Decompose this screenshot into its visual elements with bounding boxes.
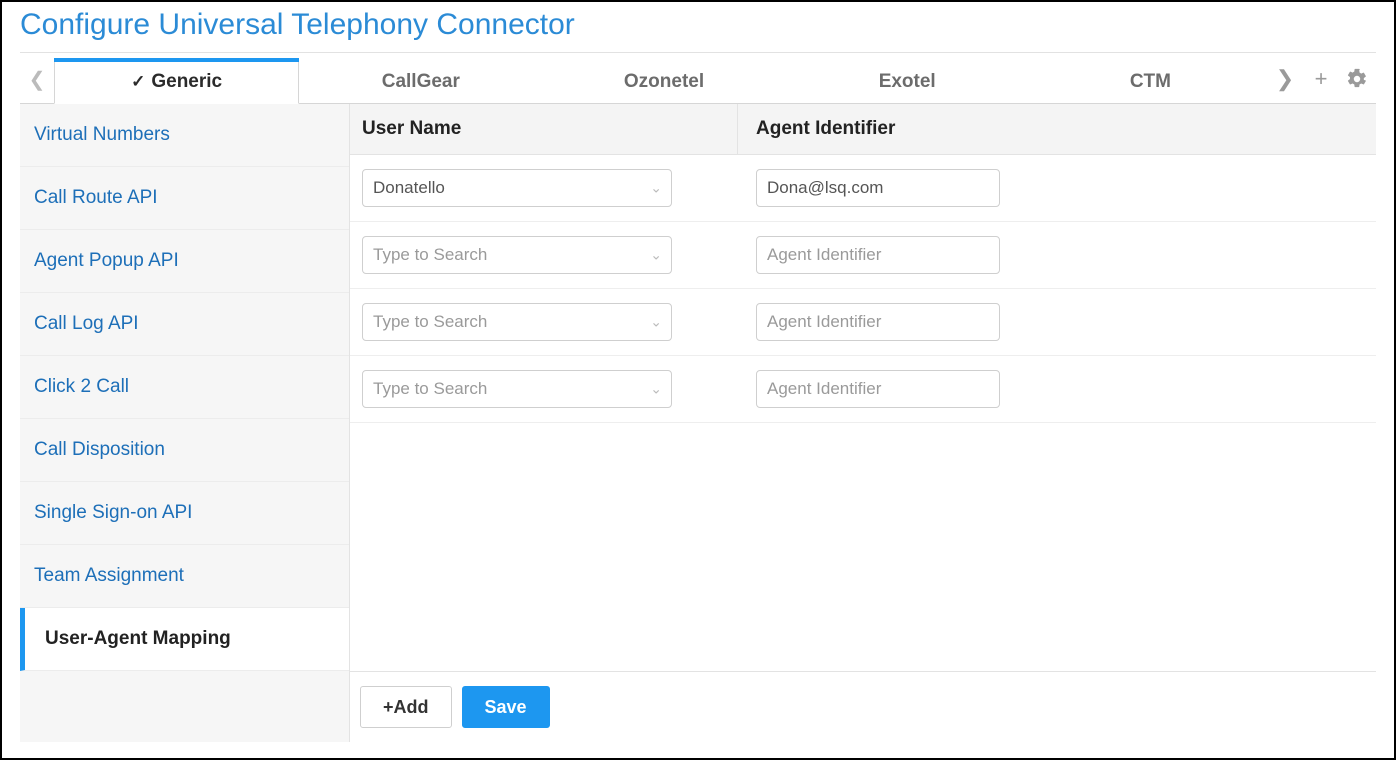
tab-label: Exotel <box>879 71 936 92</box>
footer-actions: +Add Save <box>350 671 1376 742</box>
sidebar-item-call-route-api[interactable]: Call Route API <box>20 167 349 230</box>
user-select-input[interactable] <box>362 370 672 408</box>
tab-ozonetel[interactable]: Ozonetel <box>542 59 785 103</box>
tab-generic[interactable]: ✓ Generic <box>54 59 299 104</box>
user-select[interactable]: ⌄ <box>362 169 672 207</box>
table-body: ⌄ ⌄ <box>350 155 1376 671</box>
settings-button[interactable] <box>1344 66 1370 92</box>
column-header-username: User Name <box>350 104 738 154</box>
user-select-input[interactable] <box>362 303 672 341</box>
sidebar-item-single-sign-on-api[interactable]: Single Sign-on API <box>20 482 349 545</box>
agent-identifier-input[interactable] <box>756 370 1000 408</box>
chevron-right-icon: ❯ <box>1276 66 1294 92</box>
save-button[interactable]: Save <box>462 686 550 728</box>
page-title: Configure Universal Telephony Connector <box>20 2 1376 53</box>
main-panel: User Name Agent Identifier ⌄ <box>350 104 1376 742</box>
add-tab-button[interactable]: + <box>1308 66 1334 92</box>
tab-bar: ❮ ✓Generic CallGear Ozonetel Exotel CTM … <box>20 55 1376 104</box>
sidebar-item-click-2-call[interactable]: Click 2 Call <box>20 356 349 419</box>
content-area: Virtual Numbers Call Route API Agent Pop… <box>20 104 1376 742</box>
sidebar-item-call-disposition[interactable]: Call Disposition <box>20 419 349 482</box>
plus-icon: + <box>1315 66 1328 92</box>
tab-label: CTM <box>1130 71 1171 92</box>
tabbar-actions: ❯ + <box>1272 66 1376 92</box>
tab-label: Ozonetel <box>624 71 704 92</box>
table-row: ⌄ <box>350 155 1376 222</box>
column-header-agentid: Agent Identifier <box>738 104 1376 154</box>
sidebar-item-user-agent-mapping[interactable]: User-Agent Mapping <box>20 608 349 671</box>
user-select[interactable]: ⌄ <box>362 370 672 408</box>
sidebar-item-virtual-numbers[interactable]: Virtual Numbers <box>20 104 349 167</box>
tab-label: CallGear <box>382 71 460 92</box>
user-select-input[interactable] <box>362 236 672 274</box>
tab-exotel[interactable]: Exotel <box>786 59 1029 103</box>
chevron-left-icon: ❮ <box>29 67 46 92</box>
tab-ctm[interactable]: CTM <box>1029 59 1272 103</box>
table-header: User Name Agent Identifier <box>350 104 1376 155</box>
user-select-input[interactable] <box>362 169 672 207</box>
check-icon: ✓ <box>131 72 145 91</box>
tab-callgear[interactable]: CallGear <box>299 59 542 103</box>
sidebar-item-team-assignment[interactable]: Team Assignment <box>20 545 349 608</box>
tabs-scroll-right[interactable]: ❯ <box>1272 66 1298 92</box>
tabs-container: ✓ Generic CallGear Ozonetel Exotel CTM <box>54 55 1272 103</box>
sidebar-item-call-log-api[interactable]: Call Log API <box>20 293 349 356</box>
user-select[interactable]: ⌄ <box>362 303 672 341</box>
sidebar: Virtual Numbers Call Route API Agent Pop… <box>20 104 350 742</box>
gear-icon <box>1346 68 1368 90</box>
table-row: ⌄ <box>350 222 1376 289</box>
table-row: ⌄ <box>350 289 1376 356</box>
agent-identifier-input[interactable] <box>756 236 1000 274</box>
sidebar-item-agent-popup-api[interactable]: Agent Popup API <box>20 230 349 293</box>
tab-label: Generic <box>151 71 222 92</box>
agent-identifier-input[interactable] <box>756 169 1000 207</box>
table-row: ⌄ <box>350 356 1376 423</box>
tabs-scroll-left[interactable]: ❮ <box>20 55 54 103</box>
user-select[interactable]: ⌄ <box>362 236 672 274</box>
agent-identifier-input[interactable] <box>756 303 1000 341</box>
add-button[interactable]: +Add <box>360 686 452 728</box>
